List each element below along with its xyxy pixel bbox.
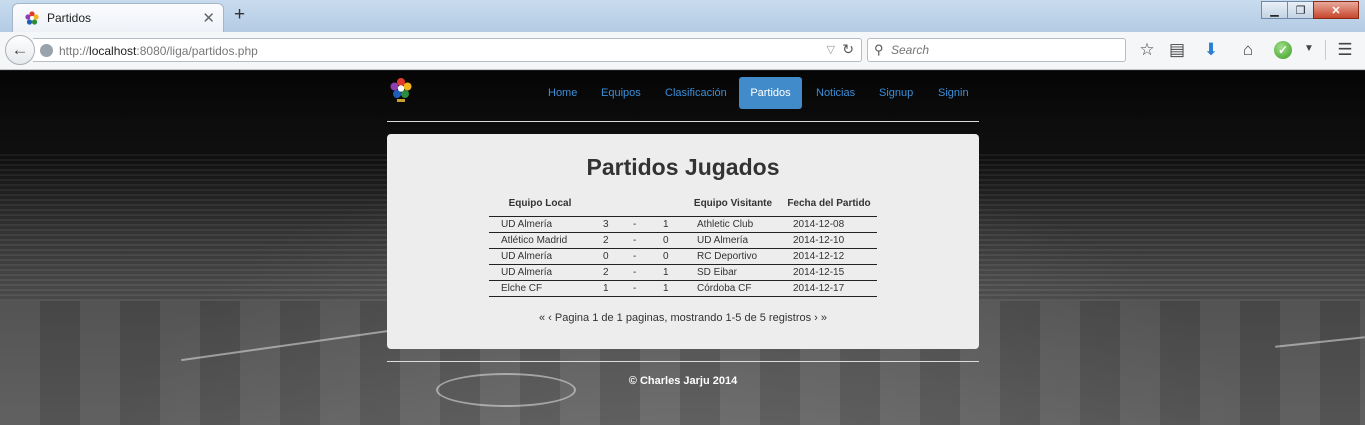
- search-input[interactable]: [891, 42, 1116, 58]
- cell-visitante: Córdoba CF: [685, 279, 781, 297]
- reading-list-icon[interactable]: ▤: [1166, 40, 1188, 60]
- cell-local: UD Almería: [489, 263, 591, 280]
- cell-separator: -: [621, 263, 651, 280]
- back-icon: ←: [11, 40, 29, 59]
- table-header-row: Equipo Local Equipo Visitante Fecha del …: [489, 192, 877, 216]
- url-bar[interactable]: http://localhost:8080/liga/partidos.php …: [33, 38, 862, 62]
- cell-visitante: Athletic Club: [685, 215, 781, 232]
- url-dropdown-icon[interactable]: ▽: [827, 43, 835, 56]
- cell-goles-local: 2: [591, 263, 621, 280]
- menu-icon[interactable]: ☰: [1334, 40, 1356, 60]
- cell-local: Atlético Madrid: [489, 231, 591, 248]
- tab-title: Partidos: [47, 11, 92, 25]
- menu-item-noticias[interactable]: Noticias: [804, 77, 867, 109]
- pagination: « ‹ Pagina 1 de 1 paginas, mostrando 1-5…: [387, 312, 979, 324]
- table-row: Elche CF 1 - 1 Córdoba CF 2014-12-17: [489, 279, 877, 297]
- pager-next-link[interactable]: ›: [814, 312, 818, 324]
- lfp-favicon-icon: [25, 11, 39, 25]
- cell-goles-local: 3: [591, 215, 621, 232]
- window-controls: ▁ ❐ ✕: [1261, 1, 1359, 19]
- minimize-button[interactable]: ▁: [1261, 1, 1288, 19]
- pager-prev-link[interactable]: ‹: [548, 312, 552, 324]
- globe-icon: [40, 44, 53, 57]
- menu-item-signup[interactable]: Signup: [867, 77, 925, 109]
- home-icon[interactable]: ⌂: [1237, 40, 1259, 60]
- cell-goles-local: 2: [591, 231, 621, 248]
- cell-visitante: RC Deportivo: [685, 247, 781, 264]
- browser-toolbar: http://localhost:8080/liga/partidos.php …: [0, 32, 1365, 70]
- cell-local: UD Almería: [489, 215, 591, 232]
- footer-divider: [387, 361, 979, 362]
- cell-goles-visitante: 1: [651, 215, 685, 232]
- column-header-empty: [591, 192, 621, 216]
- search-box[interactable]: ⚲: [867, 38, 1126, 62]
- cell-fecha: 2014-12-15: [781, 263, 877, 280]
- matches-panel: Partidos Jugados Equipo Local Equipo Vis…: [387, 134, 979, 349]
- column-header-local: Equipo Local: [508, 198, 572, 210]
- cell-goles-visitante: 1: [651, 263, 685, 280]
- cell-goles-local: 0: [591, 247, 621, 264]
- bookmark-star-icon[interactable]: ☆: [1136, 40, 1158, 60]
- url-host: localhost: [89, 44, 137, 58]
- addon-check-icon[interactable]: ✓: [1274, 41, 1292, 59]
- column-header-visitante: Equipo Visitante: [693, 198, 773, 210]
- main-menu: Home Equipos Clasificación Partidos Noti…: [387, 77, 979, 109]
- maximize-button[interactable]: ❐: [1287, 1, 1314, 19]
- page-title: Partidos Jugados: [586, 154, 780, 180]
- cell-fecha: 2014-12-08: [781, 215, 877, 232]
- header-divider: [387, 121, 979, 122]
- cell-fecha: 2014-12-12: [781, 247, 877, 264]
- cell-goles-visitante: 0: [651, 247, 685, 264]
- cell-separator: -: [621, 231, 651, 248]
- url-path: :8080/liga/partidos.php: [136, 44, 258, 58]
- search-icon: ⚲: [874, 42, 884, 57]
- url-scheme: http://: [59, 44, 90, 58]
- url-text[interactable]: http://localhost:8080/liga/partidos.php: [59, 44, 258, 58]
- cell-fecha: 2014-12-17: [781, 279, 877, 297]
- cell-visitante: SD Eibar: [685, 263, 781, 280]
- table-row: UD Almería 0 - 0 RC Deportivo 2014-12-12: [489, 247, 877, 264]
- toolbar-separator: [1325, 40, 1326, 60]
- menu-item-signin[interactable]: Signin: [926, 77, 981, 109]
- new-tab-icon[interactable]: +: [234, 4, 245, 26]
- pager-status-text: Pagina 1 de 1 paginas, mostrando 1-5 de …: [554, 312, 812, 324]
- cell-visitante: UD Almería: [685, 231, 781, 248]
- back-button[interactable]: ←: [5, 35, 35, 65]
- cell-separator: -: [621, 247, 651, 264]
- cell-goles-visitante: 1: [651, 279, 685, 297]
- tab-close-icon[interactable]: ✕: [202, 9, 215, 27]
- cell-separator: -: [621, 279, 651, 297]
- download-icon[interactable]: ⬇: [1200, 40, 1222, 60]
- cell-separator: -: [621, 215, 651, 232]
- addon-dropdown-icon[interactable]: ▼: [1298, 43, 1320, 54]
- cell-goles-local: 1: [591, 279, 621, 297]
- table-row: Atlético Madrid 2 - 0 UD Almería 2014-12…: [489, 231, 877, 248]
- table-row: UD Almería 3 - 1 Athletic Club 2014-12-0…: [489, 215, 877, 232]
- pager-first-link[interactable]: «: [539, 312, 545, 324]
- browser-titlebar: Partidos ✕ + ▁ ❐ ✕: [0, 0, 1365, 32]
- page-background: Home Equipos Clasificación Partidos Noti…: [0, 71, 1365, 425]
- column-header-fecha: Fecha del Partido: [787, 198, 871, 210]
- menu-item-partidos[interactable]: Partidos: [739, 77, 802, 109]
- cell-goles-visitante: 0: [651, 231, 685, 248]
- column-header-empty: [651, 192, 685, 216]
- cell-local: Elche CF: [489, 279, 591, 297]
- column-header-empty: [621, 192, 651, 216]
- menu-item-clasificacion[interactable]: Clasificación: [653, 77, 739, 109]
- matches-table: Equipo Local Equipo Visitante Fecha del …: [489, 192, 877, 297]
- menu-item-home[interactable]: Home: [536, 77, 589, 109]
- menu-item-equipos[interactable]: Equipos: [589, 77, 653, 109]
- reload-icon[interactable]: ↻: [842, 41, 854, 58]
- cell-fecha: 2014-12-10: [781, 231, 877, 248]
- window-close-button[interactable]: ✕: [1313, 1, 1359, 19]
- browser-tab[interactable]: Partidos ✕: [12, 3, 224, 32]
- pager-last-link[interactable]: »: [821, 312, 827, 324]
- cell-local: UD Almería: [489, 247, 591, 264]
- footer-copyright: © Charles Jarju 2014: [628, 375, 738, 387]
- table-row: UD Almería 2 - 1 SD Eibar 2014-12-15: [489, 263, 877, 280]
